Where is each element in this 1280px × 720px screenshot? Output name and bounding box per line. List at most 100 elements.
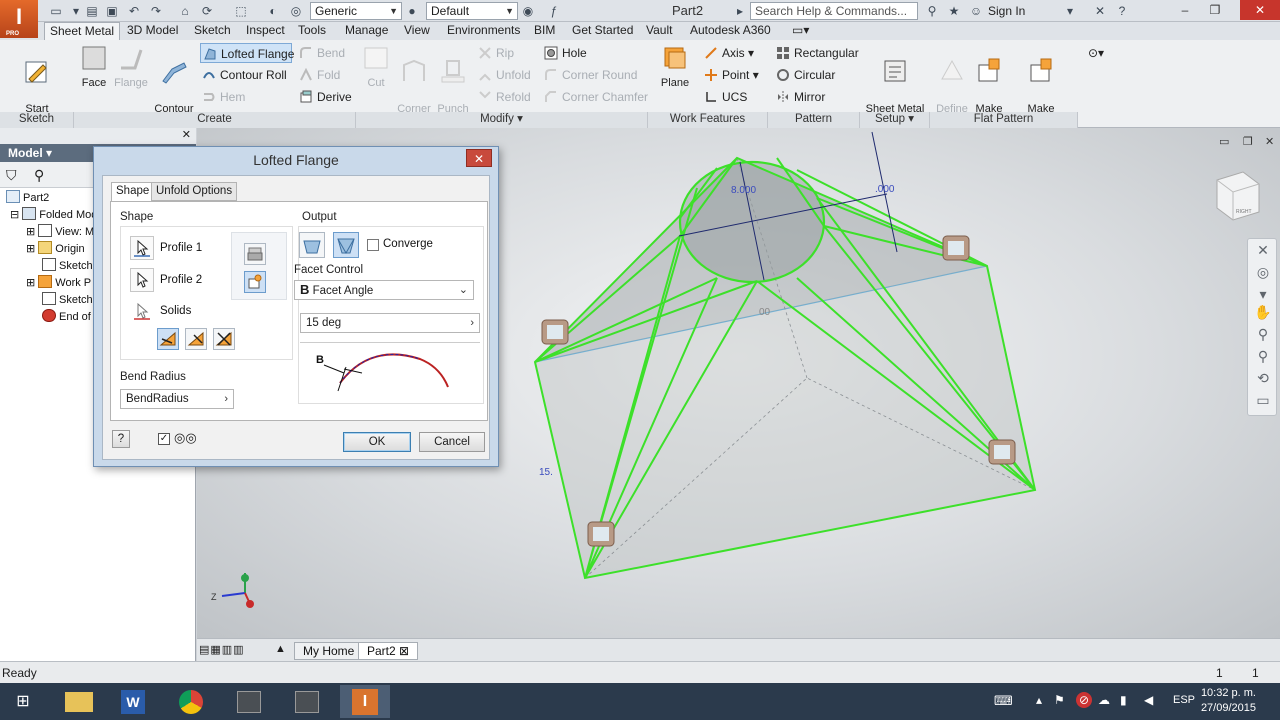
tree-item-work-plane[interactable]: ⊞ Work P: [26, 275, 91, 291]
style-combo[interactable]: Default ▼: [426, 2, 518, 20]
sheet-metal-thickness-button[interactable]: [244, 271, 266, 293]
signin-dropdown-icon[interactable]: ▾: [1062, 3, 1078, 19]
wheel-dropdown-icon[interactable]: ▾: [1254, 285, 1272, 303]
tab-manage[interactable]: Manage: [345, 22, 388, 40]
face-button[interactable]: Face: [78, 44, 110, 90]
select-icon[interactable]: ⬚: [233, 3, 249, 19]
tree-item-view[interactable]: ⊞ View: M: [26, 224, 94, 240]
material-icon[interactable]: ●: [404, 3, 420, 19]
fold-button[interactable]: Fold: [297, 65, 340, 85]
hem-button[interactable]: Hem: [200, 87, 245, 107]
view-cube[interactable]: RIGHT: [1216, 171, 1260, 221]
profile2-select-button[interactable]: [130, 268, 154, 292]
refold-button[interactable]: Refold: [476, 87, 531, 107]
dimension-top-label[interactable]: 8.000: [731, 185, 756, 196]
new-dropdown-icon[interactable]: ▾: [68, 3, 84, 19]
app-logo[interactable]: I PRO: [0, 0, 38, 38]
undo-icon[interactable]: ↶: [126, 3, 142, 19]
ribbon-options-icon[interactable]: ▭▾: [792, 22, 809, 40]
viewport-minimize-icon[interactable]: ▭: [1219, 135, 1229, 148]
derive-button[interactable]: Derive: [297, 87, 352, 107]
home-icon[interactable]: ⌂: [177, 3, 193, 19]
dimension-left-label[interactable]: 15.: [539, 467, 553, 478]
close-icon[interactable]: ✕: [182, 128, 191, 141]
chevron-right-icon[interactable]: ›: [224, 390, 228, 408]
output-die-formed-button[interactable]: [299, 232, 325, 258]
filter-icon[interactable]: ⛉: [6, 167, 17, 184]
tab-inspect[interactable]: Inspect: [246, 22, 285, 40]
ucs-button[interactable]: UCS: [702, 87, 747, 107]
keyboard-icon[interactable]: ⌨: [994, 693, 1013, 709]
corner-round-button[interactable]: Corner Round: [542, 65, 637, 85]
rectangular-pattern-button[interactable]: Rectangular: [774, 43, 859, 63]
explorer-icon[interactable]: [54, 685, 104, 718]
navbar-close-icon[interactable]: ✕: [1254, 241, 1272, 259]
tray-chevron-icon[interactable]: ▴: [1036, 693, 1042, 707]
save-icon[interactable]: ▣: [104, 3, 120, 19]
viewport-close-icon[interactable]: ✕: [1265, 135, 1274, 148]
word-icon[interactable]: W: [108, 685, 158, 718]
chevron-right-icon[interactable]: ›: [470, 314, 474, 332]
tab-environments[interactable]: Environments: [447, 22, 520, 40]
contour-roll-button[interactable]: Contour Roll: [200, 65, 287, 85]
app-icon-1[interactable]: [224, 685, 274, 718]
dimension-right-label[interactable]: .000: [875, 184, 895, 195]
tree-item-sketch-1[interactable]: Sketch: [42, 258, 93, 274]
axis-button[interactable]: Axis ▾: [702, 43, 754, 63]
direction-both-button[interactable]: [213, 328, 235, 350]
bend-radius-input[interactable]: BendRadius ›: [120, 389, 234, 409]
open-icon[interactable]: ▤: [84, 3, 100, 19]
workspace-combo[interactable]: Generic ▼: [310, 2, 402, 20]
plane-button[interactable]: Plane: [658, 44, 692, 90]
binoculars-icon[interactable]: ⚲: [924, 3, 940, 19]
tab-sheet-metal[interactable]: Sheet Metal: [44, 22, 121, 40]
tab-bim[interactable]: BIM: [534, 22, 555, 40]
restore-button[interactable]: ❐: [1200, 0, 1230, 20]
facet-control-select[interactable]: B Facet Angle ⌄: [294, 280, 474, 300]
output-press-brake-button[interactable]: [333, 232, 359, 258]
steering-wheel-icon[interactable]: ◎: [1254, 263, 1272, 281]
viewport-restore-icon[interactable]: ❐: [1243, 135, 1253, 148]
volume-icon[interactable]: ◀: [1144, 693, 1153, 707]
minimize-button[interactable]: –: [1170, 0, 1200, 20]
expand-plus-icon[interactable]: ⊞: [26, 226, 35, 238]
rip-button[interactable]: Rip: [476, 43, 514, 63]
preview-checkbox[interactable]: ✓: [158, 433, 170, 445]
flange-button[interactable]: Flange: [112, 44, 150, 90]
circular-pattern-button[interactable]: Circular: [774, 65, 835, 85]
direction-1-button[interactable]: [157, 328, 179, 350]
tab-view[interactable]: View: [404, 22, 430, 40]
facet-angle-input[interactable]: 15 deg ›: [300, 313, 480, 333]
zoom-window-icon[interactable]: ⚲: [1254, 347, 1272, 365]
panel-setup-label[interactable]: Setup ▾: [860, 112, 930, 128]
tree-item-end-of-part[interactable]: End of: [42, 309, 91, 325]
tree-item-origin[interactable]: ⊞ Origin: [26, 241, 85, 257]
profile1-select-button[interactable]: [130, 236, 154, 260]
unfold-button[interactable]: Unfold: [476, 65, 531, 85]
orbit-icon[interactable]: ⟲: [1254, 369, 1272, 387]
star-icon[interactable]: ★: [946, 3, 962, 19]
color-icon[interactable]: ◐: [265, 3, 281, 19]
hole-button[interactable]: Hole: [542, 43, 587, 63]
expand-icon[interactable]: ▸: [732, 3, 748, 19]
new-icon[interactable]: ▭: [48, 3, 64, 19]
zoom-icon[interactable]: ⚲: [1254, 325, 1272, 343]
panel-modify-label[interactable]: Modify ▾: [356, 112, 648, 128]
exchange-icon[interactable]: ✕: [1092, 3, 1108, 19]
window-layout-icons[interactable]: ▤▦▥▥: [199, 643, 245, 656]
cut-button[interactable]: Cut: [362, 44, 390, 90]
sign-in-link[interactable]: Sign In: [988, 4, 1025, 18]
globe-icon[interactable]: ◎: [288, 3, 304, 19]
tab-part2[interactable]: Part2 ⊠: [358, 642, 419, 660]
expand-minus-icon[interactable]: ⊟: [10, 209, 19, 221]
flag-icon[interactable]: ⚑: [1054, 693, 1065, 707]
dialog-close-button[interactable]: ✕: [466, 149, 492, 167]
tab-sketch[interactable]: Sketch: [194, 22, 231, 40]
inventor-taskbar-icon[interactable]: I: [340, 685, 390, 718]
language-indicator[interactable]: ESP: [1173, 694, 1195, 706]
solids-select-button[interactable]: [130, 299, 154, 323]
close-button[interactable]: ✕: [1240, 0, 1280, 20]
help-icon[interactable]: ?: [1114, 3, 1130, 19]
tab-vault[interactable]: Vault: [646, 22, 672, 40]
tab-get-started[interactable]: Get Started: [572, 22, 633, 40]
